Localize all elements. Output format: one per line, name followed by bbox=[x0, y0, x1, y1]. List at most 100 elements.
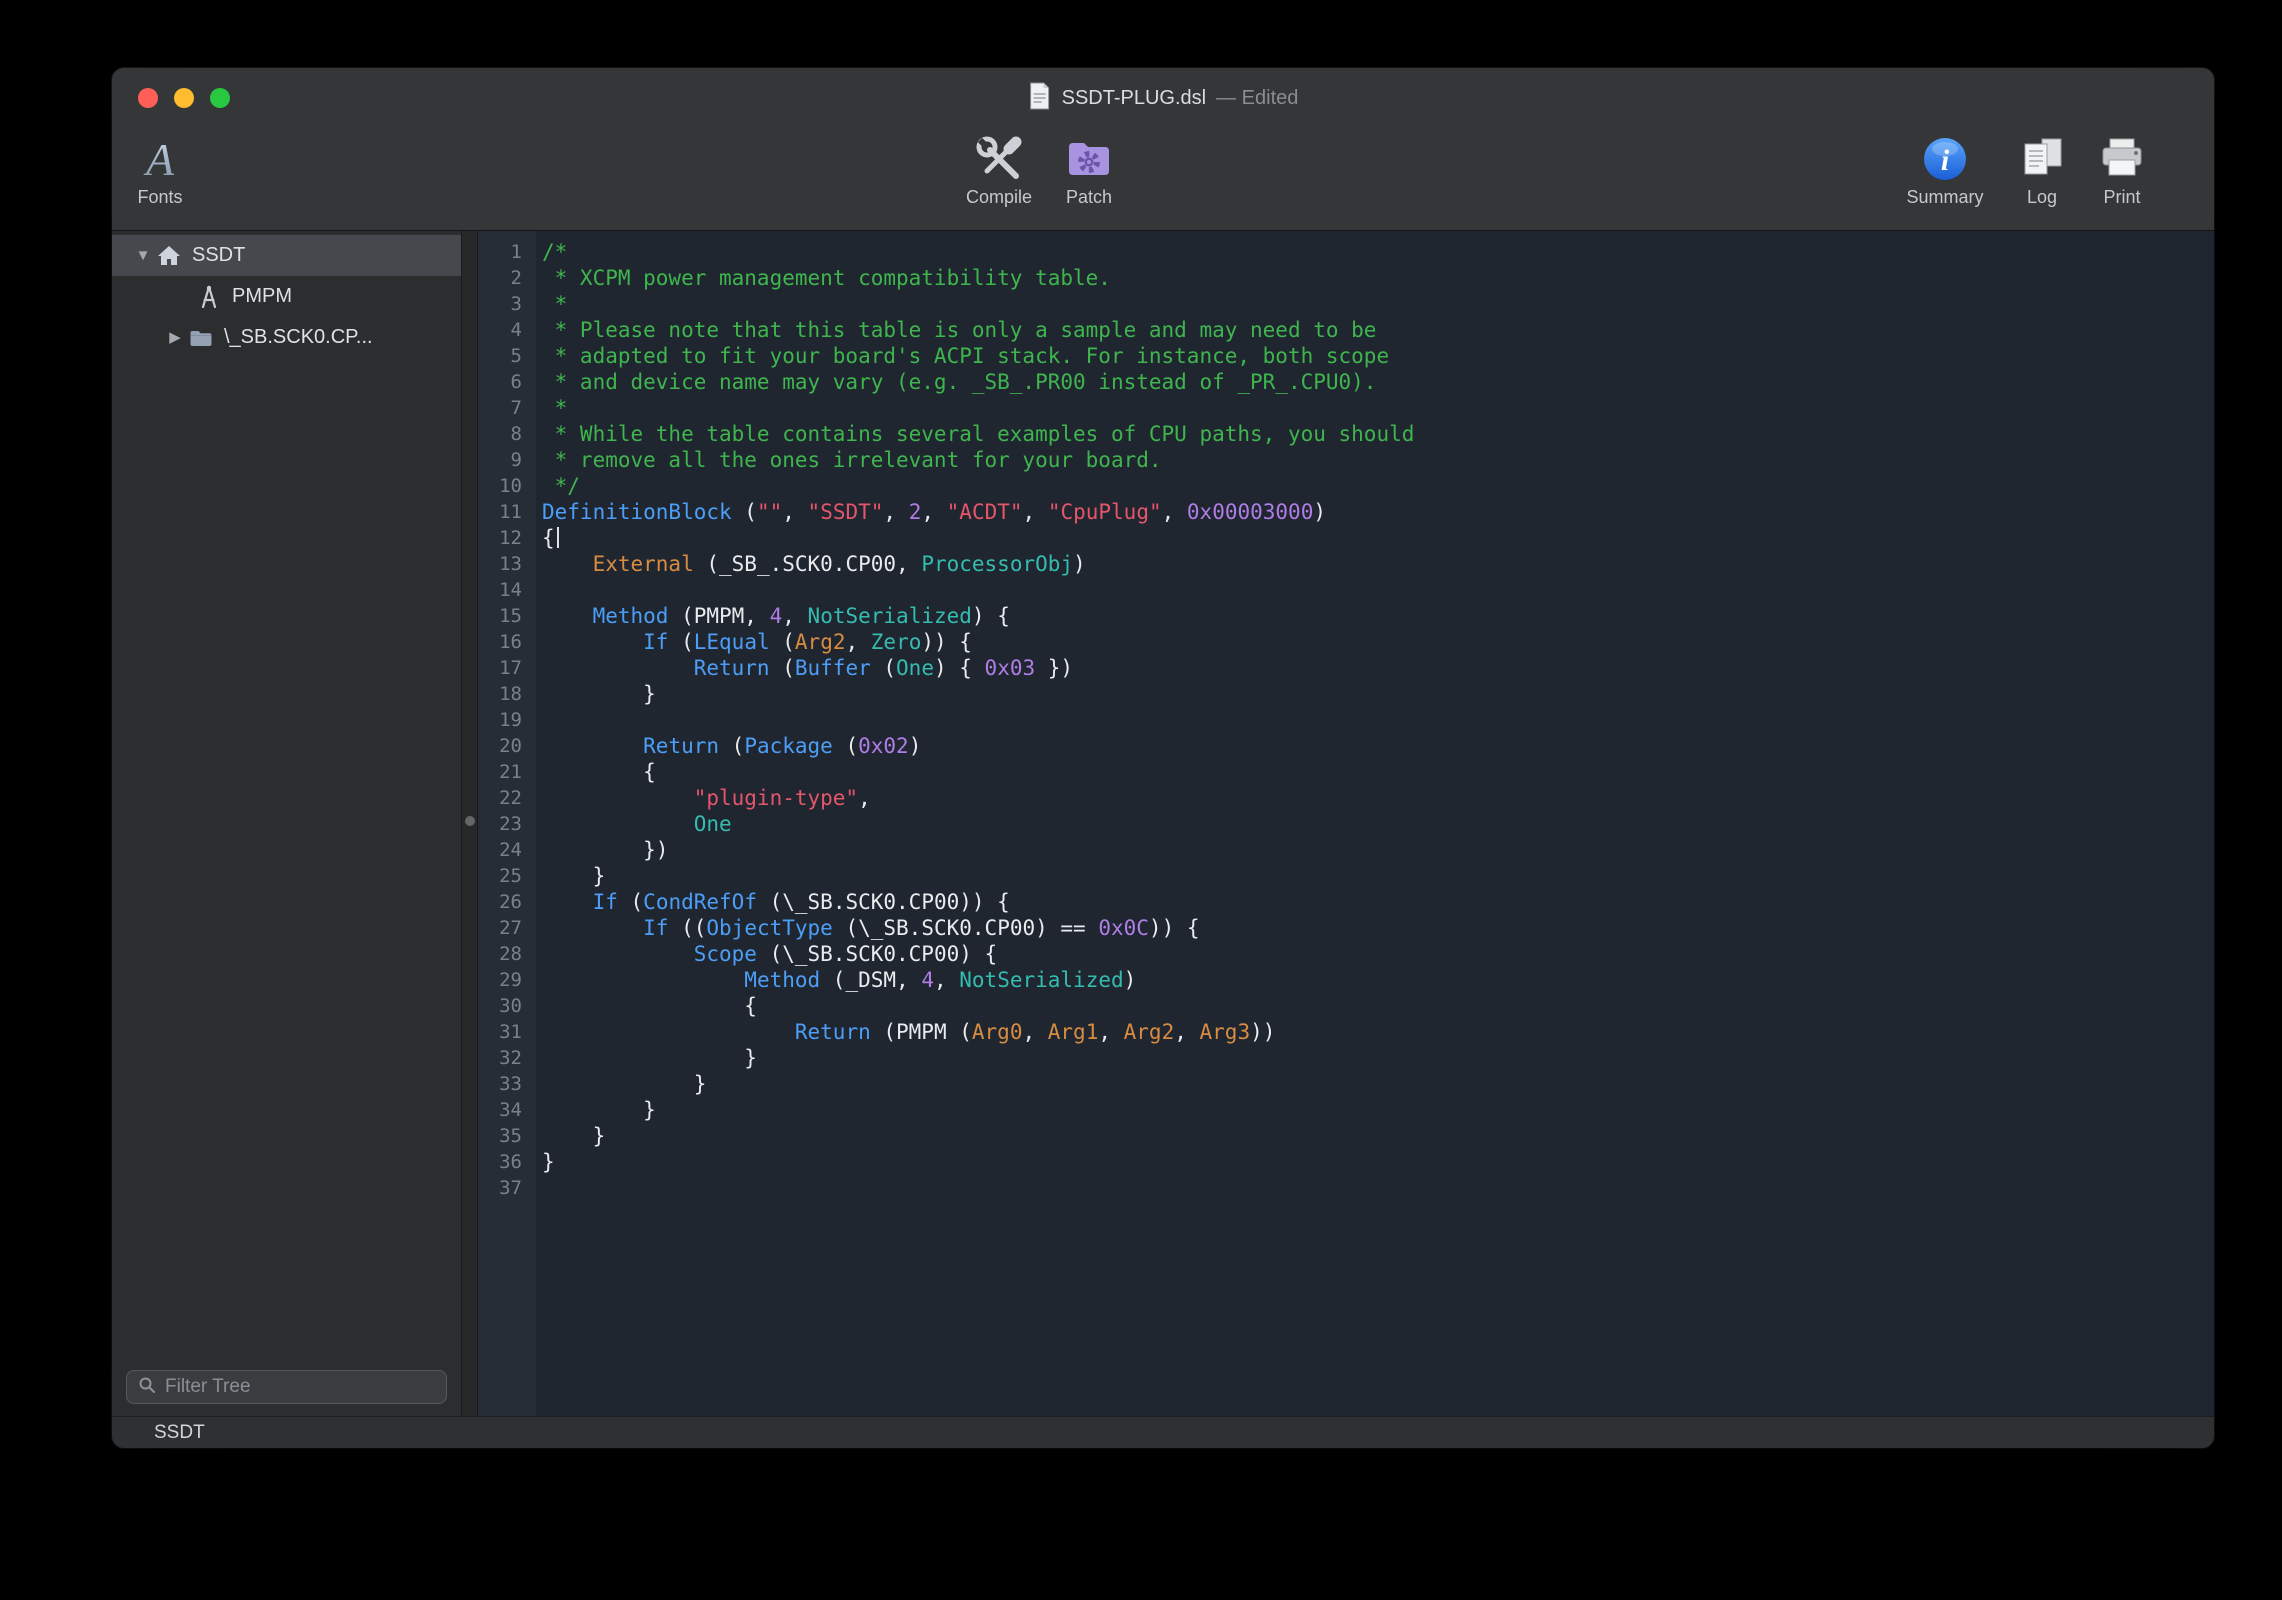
disclosure-closed-icon[interactable]: ▶ bbox=[162, 330, 188, 345]
code-line: 10 */ bbox=[478, 473, 2214, 499]
code-line: 35 } bbox=[478, 1123, 2214, 1149]
code-line: 16 If (LEqual (Arg2, Zero)) { bbox=[478, 629, 2214, 655]
line-number: 22 bbox=[478, 785, 522, 811]
sidebar-item-label: PMPM bbox=[232, 285, 292, 308]
code-line: 22 "plugin-type", bbox=[478, 785, 2214, 811]
line-number: 28 bbox=[478, 941, 522, 967]
patch-button[interactable]: Patch bbox=[1029, 132, 1149, 208]
log-pages-icon bbox=[2017, 132, 2067, 186]
sidebar-item-sb-sck0[interactable]: ▶ \_SB.SCK0.CP... bbox=[112, 317, 461, 358]
code-line: 6 * and device name may vary (e.g. _SB_.… bbox=[478, 369, 2214, 395]
svg-text:A: A bbox=[143, 134, 175, 184]
sidebar-item-ssdt[interactable]: ▼ SSDT bbox=[112, 235, 461, 276]
summary-info-icon: i bbox=[1920, 132, 1970, 186]
print-button[interactable]: Print bbox=[2062, 132, 2182, 208]
traffic-lights bbox=[138, 88, 230, 108]
code-line: 2 * XCPM power management compatibility … bbox=[478, 265, 2214, 291]
line-number: 34 bbox=[478, 1097, 522, 1123]
line-number: 24 bbox=[478, 837, 522, 863]
line-number: 14 bbox=[478, 577, 522, 603]
code-line: 15 Method (PMPM, 4, NotSerialized) { bbox=[478, 603, 2214, 629]
svg-text:i: i bbox=[1941, 144, 1950, 177]
line-number: 36 bbox=[478, 1149, 522, 1175]
line-number: 13 bbox=[478, 551, 522, 577]
line-number: 10 bbox=[478, 473, 522, 499]
code-line: 31 Return (PMPM (Arg0, Arg1, Arg2, Arg3)… bbox=[478, 1019, 2214, 1045]
folder-icon bbox=[188, 325, 214, 351]
line-number: 15 bbox=[478, 603, 522, 629]
sidebar-item-label: \_SB.SCK0.CP... bbox=[224, 326, 373, 349]
line-number: 17 bbox=[478, 655, 522, 681]
code-line: 36} bbox=[478, 1149, 2214, 1175]
code-line: 23 One bbox=[478, 811, 2214, 837]
line-number: 3 bbox=[478, 291, 522, 317]
search-icon bbox=[137, 1375, 157, 1400]
code-line: 24 }) bbox=[478, 837, 2214, 863]
line-number: 25 bbox=[478, 863, 522, 889]
code-area[interactable]: 1/*2 * XCPM power management compatibili… bbox=[478, 231, 2214, 1201]
maciasl-window: SSDT-PLUG.dsl — Edited A Fonts bbox=[112, 68, 2214, 1448]
code-line: 21 { bbox=[478, 759, 2214, 785]
code-line: 13 External (_SB_.SCK0.CP00, ProcessorOb… bbox=[478, 551, 2214, 577]
code-line: 25 } bbox=[478, 863, 2214, 889]
line-number: 2 bbox=[478, 265, 522, 291]
code-line: 17 Return (Buffer (One) { 0x03 }) bbox=[478, 655, 2214, 681]
sidebar: ▼ SSDT bbox=[112, 231, 462, 1416]
zoom-button[interactable] bbox=[210, 88, 230, 108]
filter-tree-input[interactable]: Filter Tree bbox=[126, 1370, 447, 1404]
code-line: 12{ bbox=[478, 525, 2214, 551]
titlebar[interactable]: SSDT-PLUG.dsl — Edited bbox=[112, 68, 2214, 128]
method-icon bbox=[196, 284, 222, 310]
code-line: 20 Return (Package (0x02) bbox=[478, 733, 2214, 759]
code-line: 28 Scope (\_SB.SCK0.CP00) { bbox=[478, 941, 2214, 967]
code-line: 30 { bbox=[478, 993, 2214, 1019]
summary-label: Summary bbox=[1906, 187, 1983, 208]
code-line: 8 * While the table contains several exa… bbox=[478, 421, 2214, 447]
fonts-icon: A bbox=[135, 132, 185, 186]
code-line: 3 * bbox=[478, 291, 2214, 317]
code-line: 26 If (CondRefOf (\_SB.SCK0.CP00)) { bbox=[478, 889, 2214, 915]
house-icon bbox=[156, 243, 182, 269]
line-number: 21 bbox=[478, 759, 522, 785]
line-number: 7 bbox=[478, 395, 522, 421]
line-number: 5 bbox=[478, 343, 522, 369]
status-path: SSDT bbox=[154, 1422, 205, 1444]
window-edited-badge: — Edited bbox=[1216, 87, 1298, 110]
line-number: 32 bbox=[478, 1045, 522, 1071]
print-label: Print bbox=[2103, 187, 2140, 208]
sidebar-item-pmpm[interactable]: PMPM bbox=[112, 276, 461, 317]
print-icon bbox=[2097, 132, 2147, 186]
close-button[interactable] bbox=[138, 88, 158, 108]
compile-icon bbox=[974, 132, 1024, 186]
fonts-label: Fonts bbox=[137, 187, 182, 208]
main-content: ▼ SSDT bbox=[112, 231, 2214, 1416]
code-editor[interactable]: 1/*2 * XCPM power management compatibili… bbox=[478, 231, 2214, 1416]
line-number: 16 bbox=[478, 629, 522, 655]
filter-placeholder: Filter Tree bbox=[165, 1376, 251, 1398]
sidebar-splitter[interactable] bbox=[462, 231, 478, 1416]
fonts-button[interactable]: A Fonts bbox=[120, 132, 200, 208]
line-number: 23 bbox=[478, 811, 522, 837]
disclosure-open-icon[interactable]: ▼ bbox=[130, 248, 156, 263]
line-number: 19 bbox=[478, 707, 522, 733]
line-number: 18 bbox=[478, 681, 522, 707]
code-line: 29 Method (_DSM, 4, NotSerialized) bbox=[478, 967, 2214, 993]
line-number: 20 bbox=[478, 733, 522, 759]
code-line: 4 * Please note that this table is only … bbox=[478, 317, 2214, 343]
line-number: 8 bbox=[478, 421, 522, 447]
code-line: 7 * bbox=[478, 395, 2214, 421]
line-number: 11 bbox=[478, 499, 522, 525]
minimize-button[interactable] bbox=[174, 88, 194, 108]
text-caret bbox=[557, 527, 559, 548]
sidebar-item-label: SSDT bbox=[192, 244, 245, 267]
line-number: 1 bbox=[478, 239, 522, 265]
code-line: 37 bbox=[478, 1175, 2214, 1201]
statusbar: SSDT bbox=[112, 1416, 2214, 1448]
patch-icon bbox=[1064, 132, 1114, 186]
line-number: 6 bbox=[478, 369, 522, 395]
code-line: 11DefinitionBlock ("", "SSDT", 2, "ACDT"… bbox=[478, 499, 2214, 525]
document-icon bbox=[1028, 82, 1052, 115]
line-number: 29 bbox=[478, 967, 522, 993]
line-number: 37 bbox=[478, 1175, 522, 1201]
ssdt-tree: ▼ SSDT bbox=[112, 231, 461, 1370]
